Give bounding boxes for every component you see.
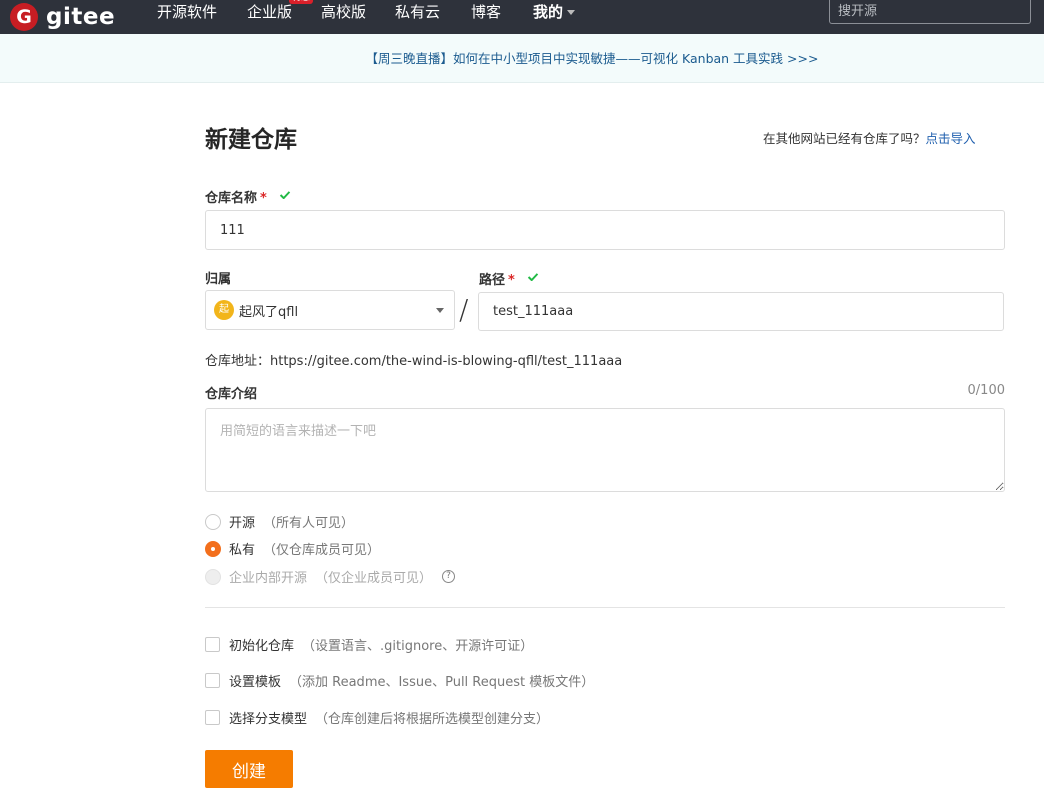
radio-button-selected[interactable] (205, 540, 221, 557)
option-hint: （添加 Readme、Issue、Pull Request 模板文件） (289, 675, 595, 690)
owner-value: 起风了qfll (239, 304, 299, 320)
repo-name-label: 仓库名称 * (205, 187, 291, 206)
chevron-down-icon (436, 308, 444, 313)
option-label: 选择分支模型 (229, 712, 308, 727)
radio-hint: （所有人可见） (263, 516, 355, 531)
option-hint: （设置语言、.gitignore、开源许可证） (302, 639, 534, 654)
nav-label: 博客 (471, 3, 502, 21)
divider (205, 607, 1005, 608)
promo-badge: 特惠 (289, 0, 314, 4)
avatar: 起 (214, 300, 234, 320)
nav-item-mine[interactable]: 我的 (533, 0, 576, 34)
import-prompt: 在其他网站已经有仓库了吗？点击导入 (763, 128, 976, 147)
intro-textarea[interactable] (205, 408, 1005, 492)
nav-item-private-cloud[interactable]: 私有云 (395, 0, 440, 34)
gitee-logo-icon: G (10, 3, 38, 31)
check-icon (528, 273, 539, 281)
option-branch-model[interactable]: 选择分支模型 （仓库创建后将根据所选模型创建分支） (205, 708, 549, 727)
nav-label: 企业版 (247, 3, 293, 21)
check-icon (280, 191, 291, 199)
required-mark: * (508, 273, 515, 288)
gitee-logo[interactable]: G gitee (10, 0, 115, 34)
nav-item-open-source[interactable]: 开源软件 (157, 0, 217, 34)
announcement-banner: 【周三晚直播】如何在中小型项目中实现敏捷——可视化 Kanban 工具实践 >>… (0, 34, 1044, 83)
chevron-down-icon (567, 10, 576, 15)
nav-label: 开源软件 (157, 3, 218, 21)
owner-select[interactable]: 起 起风了qfll (205, 290, 455, 330)
path-label-text: 路径 (479, 273, 506, 288)
checkbox[interactable] (205, 637, 220, 652)
radio-label: 企业内部开源 (229, 571, 308, 586)
nav-label: 我的 (533, 3, 564, 21)
search-input[interactable] (829, 0, 1031, 24)
required-mark: * (260, 191, 267, 206)
radio-hint: （仅仓库成员可见） (263, 543, 381, 558)
repo-url: 仓库地址：https://gitee.com/the-wind-is-blowi… (205, 354, 623, 369)
nav-label: 高校版 (321, 3, 367, 21)
import-prompt-text: 在其他网站已经有仓库了吗？ (763, 131, 926, 146)
help-icon[interactable]: ? (442, 570, 456, 583)
nav-label: 私有云 (395, 3, 441, 21)
checkbox[interactable] (205, 673, 220, 688)
top-nav: G gitee 开源软件 企业版 特惠 高校版 私有云 博客 我的 (0, 0, 1044, 34)
radio-label: 私有 (229, 543, 256, 558)
page-title: 新建仓库 (205, 127, 297, 153)
create-button[interactable]: 创建 (205, 750, 293, 788)
visibility-enterprise: 企业内部开源 （仅企业成员可见） ? (205, 567, 456, 586)
nav-item-enterprise[interactable]: 企业版 特惠 (247, 0, 314, 34)
option-hint: （仓库创建后将根据所选模型创建分支） (315, 712, 550, 727)
radio-hint: （仅企业成员可见） (315, 571, 433, 586)
option-label: 初始化仓库 (229, 639, 295, 654)
repo-name-label-text: 仓库名称 (205, 191, 258, 206)
import-link[interactable]: 点击导入 (926, 131, 976, 146)
intro-char-counter: 0/100 (967, 383, 1005, 398)
announcement-link[interactable]: 【周三晚直播】如何在中小型项目中实现敏捷——可视化 Kanban 工具实践 >>… (366, 51, 819, 66)
gitee-logo-text: gitee (46, 4, 116, 30)
intro-label: 仓库介绍 (205, 387, 258, 402)
owner-label: 归属 (205, 272, 232, 287)
option-set-template[interactable]: 设置模板 （添加 Readme、Issue、Pull Request 模板文件） (205, 671, 594, 690)
nav-item-blog[interactable]: 博客 (471, 0, 501, 34)
radio-label: 开源 (229, 516, 256, 531)
visibility-private[interactable]: 私有 （仅仓库成员可见） (205, 539, 380, 558)
path-separator: / (459, 293, 469, 326)
path-input[interactable]: test_111aaa (478, 292, 1004, 331)
nav-item-education[interactable]: 高校版 (321, 0, 366, 34)
checkbox[interactable] (205, 710, 220, 725)
option-label: 设置模板 (229, 675, 282, 690)
radio-button-disabled (205, 568, 221, 585)
repo-name-input[interactable]: 111 (205, 210, 1005, 250)
path-label: 路径 * (479, 269, 539, 288)
visibility-public[interactable]: 开源 （所有人可见） (205, 512, 354, 531)
option-init-repo[interactable]: 初始化仓库 （设置语言、.gitignore、开源许可证） (205, 635, 533, 654)
radio-button[interactable] (205, 513, 221, 530)
